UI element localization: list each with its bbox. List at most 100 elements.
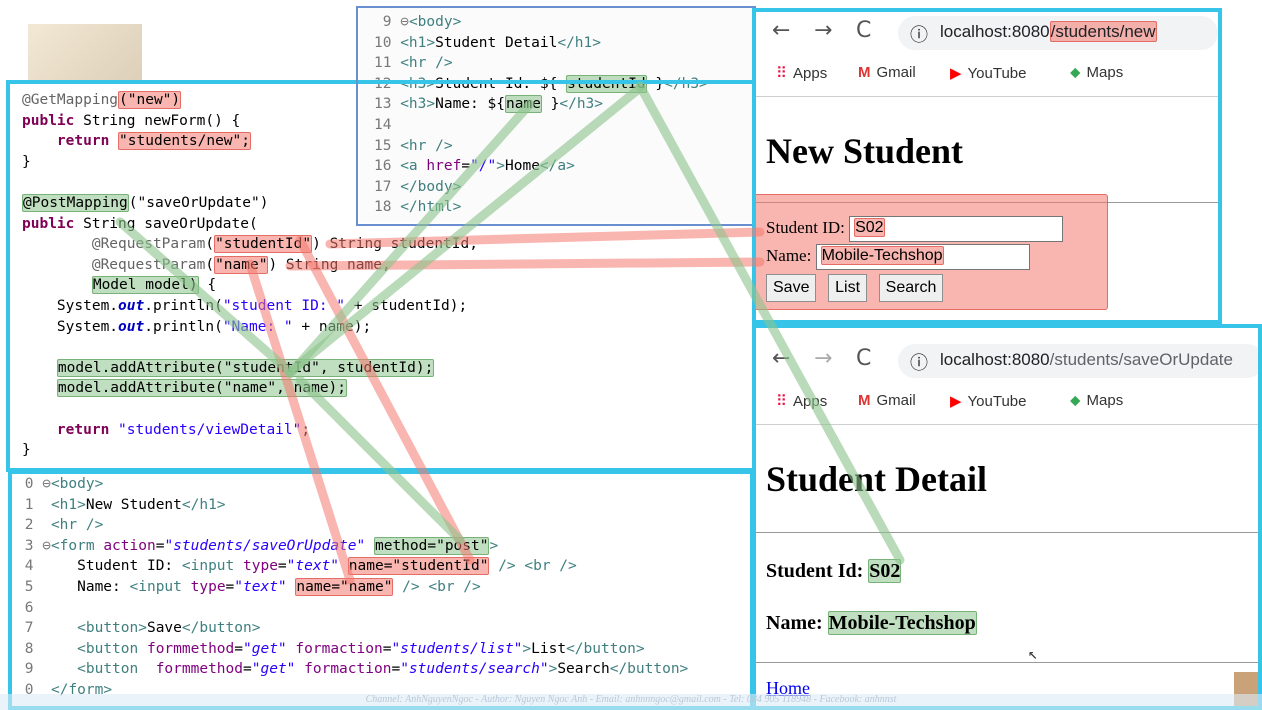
line-number: 4 (16, 558, 43, 575)
save-button[interactable]: Save (766, 274, 817, 302)
code-token: } (541, 96, 560, 113)
apps-icon: ⠿ (776, 393, 787, 410)
code-token: formaction (295, 640, 383, 657)
bookmark-gmail[interactable]: M Gmail (858, 64, 916, 81)
code-token: type (190, 578, 226, 595)
search-button[interactable]: Search (878, 274, 944, 302)
code-token: <hr /> (400, 55, 453, 72)
bookmark-gmail[interactable]: M Gmail (858, 392, 916, 409)
code-token: <h1> (400, 34, 436, 51)
code-token: + name); (292, 318, 372, 335)
code-token: "students/search" (400, 661, 549, 678)
highlighted-token: "students/new"; (118, 132, 251, 151)
code-token: "student ID: " (222, 297, 346, 314)
code-token: = (277, 558, 287, 575)
student-id-input[interactable]: S02 (849, 216, 1064, 242)
highlighted-token: name="studentId" (347, 557, 490, 576)
code-token: = (461, 158, 471, 175)
back-icon[interactable]: ← (772, 18, 790, 43)
name-input[interactable]: Mobile-Techshop (815, 244, 1030, 270)
bookmark-apps[interactable]: ⠿ Apps (776, 392, 827, 411)
code-token: @GetMapping (22, 92, 119, 108)
code-token: "students/viewDetail" (118, 421, 302, 438)
info-icon: ⓘ (910, 25, 928, 45)
code-token: List (531, 640, 567, 657)
code-token: Name: ${ (435, 96, 505, 113)
back-icon[interactable]: ← (772, 346, 790, 371)
line-number: 2 (16, 517, 43, 534)
line-number: 7 (16, 620, 43, 637)
bookmark-youtube[interactable]: ▶ YouTube (950, 392, 1027, 411)
line-number: 11 (374, 55, 401, 72)
code-line: Model model) { (22, 275, 530, 296)
line-number: 16 (374, 158, 401, 175)
gmail-icon: M (858, 392, 871, 409)
code-token: ) String name, (268, 256, 391, 273)
code-token: <a (400, 158, 427, 175)
address-bar[interactable]: ⓘ localhost:8080/students/saveOrUpdate (898, 344, 1262, 378)
code-token: <h3> (400, 96, 436, 113)
code-line: 11 <hr /> (374, 53, 754, 74)
code-token: = (225, 578, 235, 595)
forward-icon[interactable]: → (814, 346, 832, 371)
bookmark-maps[interactable]: ⬥ Maps (1070, 392, 1123, 409)
code-line: 12 <h3>Student Id: ${ studentId }</h3> (374, 74, 754, 95)
code-token: "get" (243, 640, 287, 657)
line-number: 9 (374, 14, 401, 30)
code-line: 9 <button formmethod="get" formaction="s… (16, 659, 752, 680)
bookmark-maps[interactable]: ⬥ Maps (1070, 64, 1123, 81)
line-number: 17 (374, 178, 401, 195)
reload-icon[interactable]: C (856, 346, 871, 371)
code-line: 9 ⊖<body> (374, 12, 754, 33)
code-token: return (56, 133, 110, 150)
student-id-label: Student ID: (766, 217, 845, 237)
line-number: 8 (16, 640, 43, 657)
youtube-icon: ▶ (950, 393, 962, 410)
bookmark-apps[interactable]: ⠿ Apps (776, 64, 827, 83)
code-token: Search (557, 661, 610, 678)
code-token: action (103, 537, 156, 554)
jsp-detail-panel: 9 ⊖<body> 10 <h1>Student Detail</h1> 11 <h… (360, 8, 754, 222)
highlighted-token: name="name" (295, 577, 394, 596)
code-token: <h3> (400, 75, 436, 92)
code-token: Home (505, 158, 540, 175)
code-token: out (118, 297, 145, 314)
code-token: </h1> (181, 496, 226, 513)
thumbnail-webcam (28, 24, 142, 80)
code-line: 8 <button formmethod="get" formaction="s… (16, 639, 752, 660)
page-heading: New Student (766, 131, 964, 171)
address-bar[interactable]: ⓘ localhost:8080/students/new (898, 16, 1218, 50)
code-token: = (234, 640, 244, 657)
line-number: 10 (374, 34, 401, 51)
code-line: 10 <h1>Student Detail</h1> (374, 33, 754, 54)
code-token: </body> (400, 178, 462, 195)
code-token: </html> (400, 199, 462, 216)
watermark: Channel: AnhNguyenNgoc - Author: Nguyen … (0, 694, 1262, 710)
code-token: } (646, 75, 665, 92)
bookmark-youtube[interactable]: ▶ YouTube (950, 64, 1027, 83)
maps-icon: ⬥ (1070, 392, 1081, 409)
code-token: /> <br /> (402, 578, 481, 595)
code-line: model.addAttribute("name", name); (22, 378, 530, 399)
list-button[interactable]: List (828, 274, 868, 302)
reload-icon[interactable]: C (856, 18, 871, 43)
code-token: <form (50, 537, 104, 554)
code-line: 16 <a href="/">Home</a> (374, 156, 754, 177)
student-id-heading: Student Id: S02 (766, 559, 902, 583)
code-token: "get" (251, 661, 296, 678)
forward-icon[interactable]: → (814, 18, 832, 43)
line-number: 1 (16, 496, 43, 513)
code-token: public (22, 215, 75, 232)
url-path: /students/saveOrUpdate (1049, 350, 1233, 369)
url-path: /students/new (1049, 21, 1157, 42)
code-token: { (198, 277, 217, 294)
code-token: New Student (85, 496, 182, 513)
code-token: ⊖ (42, 537, 51, 554)
code-token: System. (22, 297, 119, 314)
